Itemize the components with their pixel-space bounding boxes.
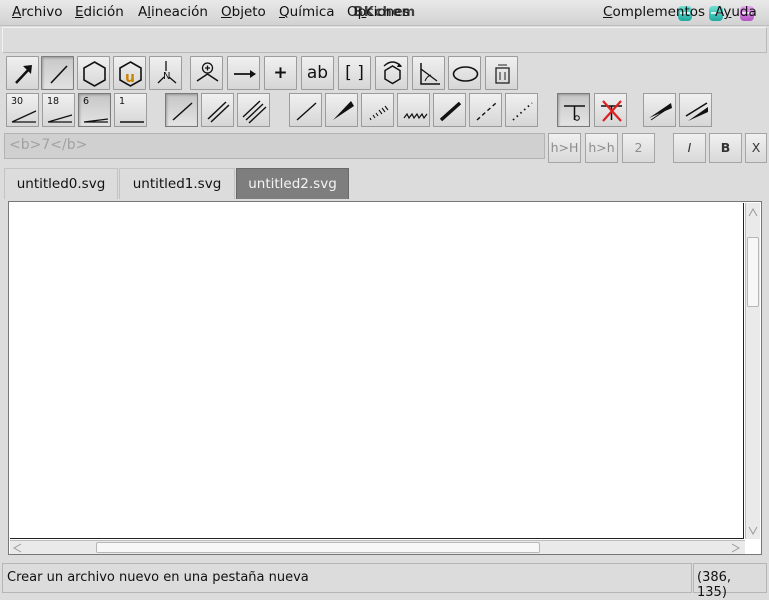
subscript-h-button[interactable]: h>H [548, 133, 581, 163]
tab-untitled2[interactable]: untitled2.svg [236, 168, 349, 199]
trash-icon [495, 64, 510, 84]
triple-bond-icon [242, 100, 267, 124]
plus-mode-button[interactable]: + [264, 56, 297, 90]
template-mode-button[interactable] [77, 56, 110, 90]
bond-right-button[interactable] [679, 93, 712, 127]
wavy-bond-button[interactable] [397, 93, 430, 127]
single-bond-icon [172, 102, 193, 121]
vertical-scroll-thumb[interactable] [747, 237, 759, 307]
wedge-bond-icon [333, 101, 354, 120]
angle-6-icon [83, 118, 109, 123]
wavy-bond-icon [403, 112, 428, 120]
bold-bond-button[interactable] [433, 93, 466, 127]
user-template-icon: u [119, 61, 142, 87]
angle-1-icon [120, 121, 144, 123]
angle-6-button[interactable]: 6 [78, 93, 111, 127]
bond-align-mode-button[interactable] [412, 56, 445, 90]
bond-side-left-icon [649, 103, 672, 121]
hatch-bond-icon [369, 105, 389, 121]
cursor-coordinates: (386, 135) [693, 563, 767, 600]
edit-mode-button[interactable] [6, 56, 39, 90]
angle-18-icon [47, 114, 73, 123]
menu-archivo[interactable]: Archivo [12, 4, 62, 20]
menu-complementos[interactable]: Complementos [603, 4, 705, 20]
tab-untitled1[interactable]: untitled1.svg [119, 168, 235, 199]
menu-quimica[interactable]: Química [279, 4, 335, 20]
bracket-mode-button[interactable]: [ ] [338, 56, 371, 90]
hexagon-icon [83, 61, 106, 87]
double-bond-icon [207, 101, 230, 123]
single-bond-button[interactable] [165, 93, 198, 127]
dashed-bond-button[interactable] [469, 93, 502, 127]
italic-button[interactable]: I [673, 133, 706, 163]
rotate-icon [383, 61, 402, 85]
double-bond-button[interactable] [201, 93, 234, 127]
dashed-bond-icon [476, 102, 497, 121]
tab-untitled0[interactable]: untitled0.svg [4, 168, 118, 199]
wedge-bond-button[interactable] [325, 93, 358, 127]
horizontal-scrollbar[interactable] [10, 540, 745, 554]
svg-text:u: u [125, 70, 135, 86]
delete-icon [601, 100, 622, 122]
scroll-down-icon[interactable] [746, 523, 760, 537]
reaction-arrow-icon [234, 70, 256, 78]
clear-format-button[interactable]: X [745, 133, 767, 163]
ellipse-icon [452, 66, 479, 82]
bond-order-icon [564, 105, 585, 121]
charge-icon [196, 62, 219, 82]
vertical-scrollbar[interactable] [745, 203, 760, 539]
rotate-mode-button[interactable] [375, 56, 408, 90]
menubar [2, 27, 767, 53]
menu-opciones[interactable]: Opciones [347, 4, 410, 20]
menu-edicion[interactable]: Edición [75, 4, 124, 20]
normal-bond-icon [296, 102, 317, 121]
angle-30-button[interactable]: 30 [6, 93, 39, 127]
bond-left-button[interactable] [643, 93, 676, 127]
scroll-up-icon[interactable] [746, 205, 760, 219]
draw-mode-button[interactable] [41, 56, 74, 90]
arrow-icon [15, 65, 32, 84]
misc-mode-button[interactable] [485, 56, 518, 90]
delete-bond-order-button[interactable] [594, 93, 627, 127]
angle-18-button[interactable]: 18 [42, 93, 75, 127]
menu-objeto[interactable]: Objeto [221, 4, 266, 20]
menu-alineacion[interactable]: Alineación [138, 4, 208, 20]
triple-bond-button[interactable] [237, 93, 270, 127]
svg-text:N: N [163, 71, 170, 82]
status-message: Crear un archivo nuevo en una pestaña nu… [2, 563, 692, 593]
dotted-bond-icon [512, 102, 533, 121]
text-icon: ab [306, 63, 329, 83]
reaction-arrow-mode-button[interactable] [227, 56, 260, 90]
plus-icon: + [273, 63, 288, 83]
scroll-right-icon[interactable] [729, 541, 743, 555]
subscript-number-button[interactable]: 2 [622, 133, 655, 163]
atom-charge-mode-button[interactable] [190, 56, 223, 90]
text-mode-button[interactable]: ab [301, 56, 334, 90]
user-template-mode-button[interactable]: u [113, 56, 146, 90]
normal-bond-button[interactable] [289, 93, 322, 127]
superscript-h-button[interactable]: h>h [585, 133, 618, 163]
horizontal-scroll-thumb[interactable] [96, 542, 540, 553]
drawing-canvas[interactable] [10, 203, 744, 539]
dotted-bond-button[interactable] [505, 93, 538, 127]
markup-text-field[interactable]: <b>7</b> [4, 133, 545, 159]
bold-button[interactable]: B [709, 133, 742, 163]
bond-order-button[interactable] [557, 93, 590, 127]
angle-1-button[interactable]: 1 [114, 93, 147, 127]
bracket-icon: [ ] [345, 63, 364, 83]
bond-align-icon [420, 63, 440, 85]
angle-30-icon [11, 110, 37, 123]
vector-mode-button[interactable] [448, 56, 481, 90]
scroll-left-icon[interactable] [10, 541, 24, 555]
biomolecule-template-mode-button[interactable]: N [149, 56, 182, 90]
bond-side-right-icon [685, 102, 708, 121]
nitrogen-template-icon: N [157, 61, 177, 84]
menu-ayuda[interactable]: Ayuda [715, 4, 757, 20]
bond-line-icon [50, 65, 68, 84]
hatch-bond-button[interactable] [361, 93, 394, 127]
bold-bond-icon [439, 101, 462, 122]
